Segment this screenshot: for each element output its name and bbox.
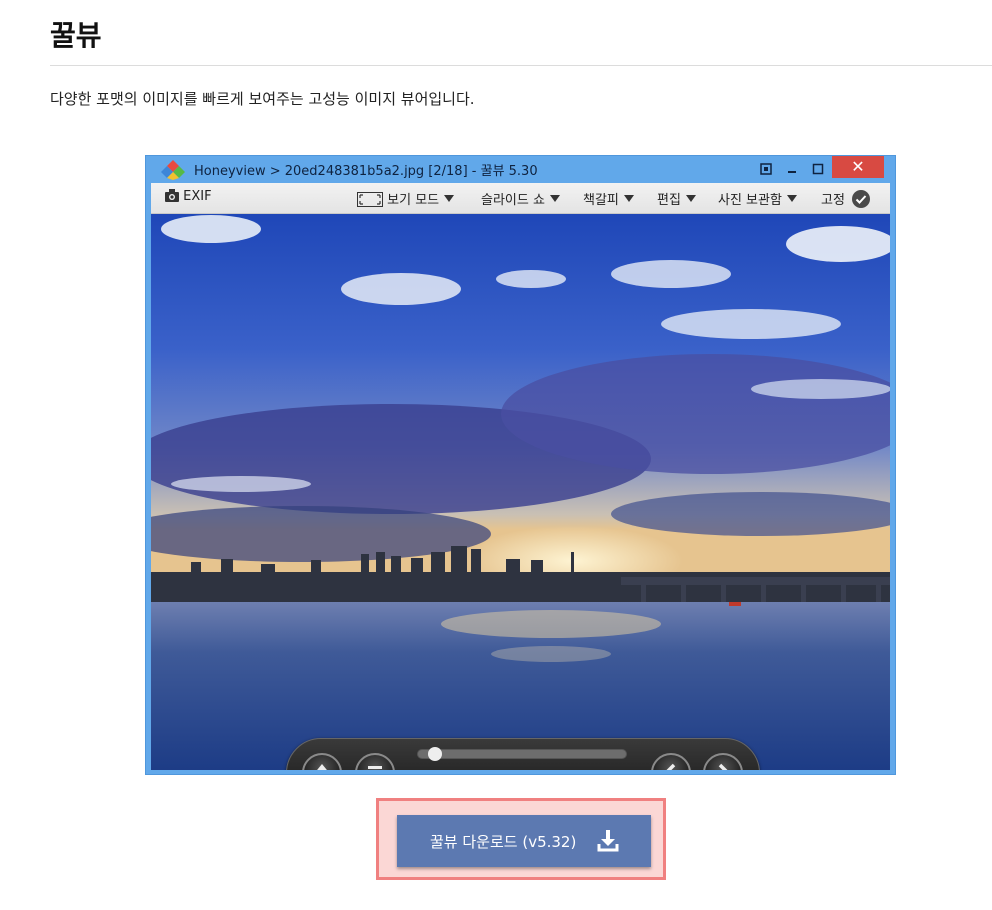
slider-thumb[interactable] — [428, 747, 442, 761]
bookmark-menu[interactable]: 책갈피 — [583, 189, 634, 208]
pin-toggle[interactable]: 고정 — [821, 189, 871, 208]
fullscreen-icon — [760, 163, 772, 175]
window-title: Honeyview > 20ed248381b5a2.jpg [2/18] - … — [194, 164, 538, 179]
page-description: 다양한 포맷의 이미지를 빠르게 보여주는 고성능 이미지 뷰어입니다. — [50, 90, 475, 108]
eject-button[interactable] — [302, 753, 342, 770]
chevron-down-icon — [549, 195, 560, 202]
edit-label: 편집 — [657, 193, 681, 208]
pin-label: 고정 — [821, 193, 845, 208]
previous-image-button[interactable] — [651, 753, 691, 770]
check-circle-icon — [852, 190, 871, 208]
chevron-down-icon — [623, 195, 634, 202]
photo-han-river-skyline — [151, 214, 890, 770]
zoom-slider[interactable] — [417, 747, 627, 761]
bookmark-label: 책갈피 — [583, 193, 619, 208]
photo-storage-label: 사진 보관함 — [718, 193, 782, 208]
download-label: 꿀뷰 다운로드 (v5.32) — [430, 833, 577, 851]
download-highlight: 꿀뷰 다운로드 (v5.32) — [376, 798, 666, 880]
title-bar[interactable]: Honeyview > 20ed248381b5a2.jpg [2/18] - … — [146, 156, 895, 182]
photo-storage-menu[interactable]: 사진 보관함 — [718, 189, 797, 208]
maximize-button[interactable] — [805, 159, 831, 179]
image-viewport[interactable]: + − 고정 — [151, 214, 890, 770]
close-button[interactable]: ✕ — [832, 156, 884, 178]
view-mode-menu[interactable]: 보기 모드 — [357, 189, 455, 208]
minimize-button[interactable] — [779, 159, 805, 179]
honeyview-window: Honeyview > 20ed248381b5a2.jpg [2/18] - … — [145, 155, 896, 775]
chevron-down-icon — [444, 195, 455, 202]
exif-button[interactable]: EXIF — [165, 189, 212, 204]
view-mode-icon — [357, 192, 383, 207]
download-icon — [597, 830, 619, 852]
menu-button[interactable] — [355, 753, 395, 770]
eject-icon — [317, 764, 327, 770]
next-image-button[interactable] — [703, 753, 743, 770]
chevron-down-icon — [786, 195, 797, 202]
edit-menu[interactable]: 편집 — [657, 189, 696, 208]
chevron-left-icon — [666, 763, 676, 770]
chevron-right-icon — [718, 763, 728, 770]
maximize-icon — [812, 163, 824, 175]
view-mode-label: 보기 모드 — [387, 193, 440, 208]
chevron-down-icon — [685, 195, 696, 202]
toolbar: EXIF 보기 모드 슬라이드 쇼 책갈피 편집 사진 보관함 고정 — [151, 183, 890, 214]
camera-icon — [165, 189, 179, 202]
control-bar: + − 고정 — [286, 738, 760, 770]
download-button[interactable]: 꿀뷰 다운로드 (v5.32) — [397, 815, 651, 867]
exif-label: EXIF — [183, 189, 212, 204]
minimize-icon — [788, 171, 796, 173]
slideshow-label: 슬라이드 쇼 — [481, 193, 545, 208]
page-title: 꿀뷰 — [50, 19, 102, 52]
close-icon: ✕ — [851, 157, 865, 176]
menu-icon — [368, 766, 382, 769]
honeyview-logo-icon — [161, 160, 185, 180]
slideshow-menu[interactable]: 슬라이드 쇼 — [481, 189, 560, 208]
title-divider — [50, 65, 992, 66]
fullscreen-button[interactable] — [753, 159, 779, 179]
